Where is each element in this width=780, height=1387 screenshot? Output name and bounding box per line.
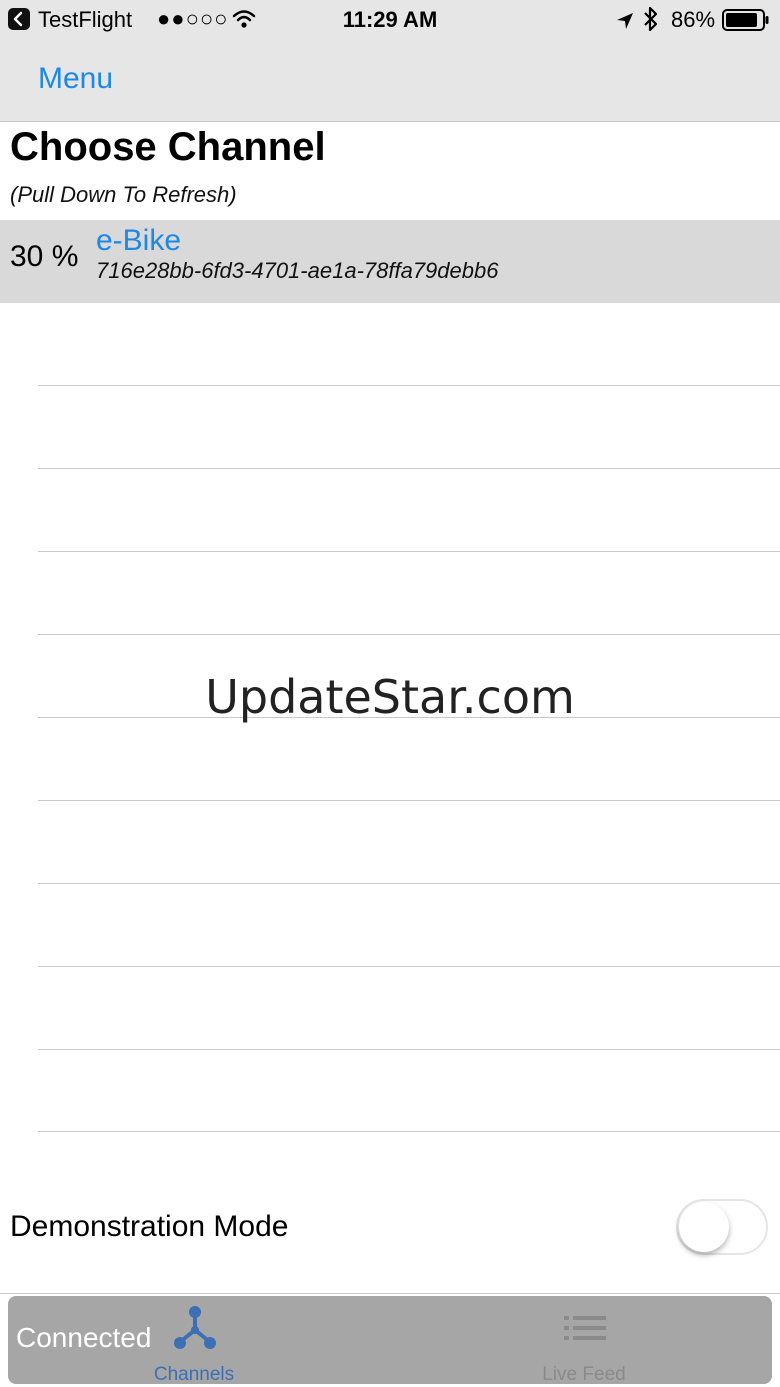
channel-row[interactable]: 30 % e-Bike 716e28bb-6fd3-4701-ae1a-78ff…	[0, 220, 780, 303]
menu-button[interactable]: Menu	[38, 62, 113, 96]
tab-channels[interactable]: Channels	[114, 1296, 274, 1385]
channel-id: 716e28bb-6fd3-4701-ae1a-78ffa79debb6	[96, 258, 499, 283]
list-separator	[38, 883, 780, 884]
battery-icon	[722, 9, 770, 31]
watermark: UpdateStar.com	[205, 670, 575, 724]
list-separator	[38, 634, 780, 635]
location-arrow-icon	[616, 9, 634, 37]
list-separator	[38, 551, 780, 552]
tab-bar: Connected Channels Live Feed	[8, 1296, 772, 1385]
list-icon	[564, 1316, 606, 1340]
channel-name: e-Bike	[96, 224, 182, 257]
list-separator	[38, 468, 780, 469]
list-separator	[38, 385, 780, 386]
list-separator	[38, 1049, 780, 1050]
toggle-knob	[679, 1202, 729, 1252]
divider	[0, 1293, 780, 1294]
clock: 11:29 AM	[342, 7, 438, 32]
status-bar: TestFlight ●●○○○ 11:29 AM 86%	[0, 0, 780, 40]
navigation-bar: Menu	[0, 40, 780, 122]
demonstration-mode-label: Demonstration Mode	[10, 1210, 289, 1243]
page-subtitle: (Pull Down To Refresh)	[10, 182, 237, 207]
page-title: Choose Channel	[10, 125, 326, 169]
battery-percent: 86%	[671, 7, 716, 32]
demonstration-mode-toggle[interactable]	[676, 1199, 768, 1255]
channel-percent: 30 %	[10, 240, 79, 273]
list-separator	[38, 800, 780, 801]
channels-icon	[174, 1306, 216, 1349]
tab-live-feed[interactable]: Live Feed	[504, 1296, 664, 1385]
list-separator	[38, 966, 780, 967]
bluetooth-icon	[642, 6, 660, 39]
list-separator	[38, 1131, 780, 1132]
tab-channels-label: Channels	[153, 1364, 235, 1385]
tab-live-feed-label: Live Feed	[542, 1364, 626, 1385]
